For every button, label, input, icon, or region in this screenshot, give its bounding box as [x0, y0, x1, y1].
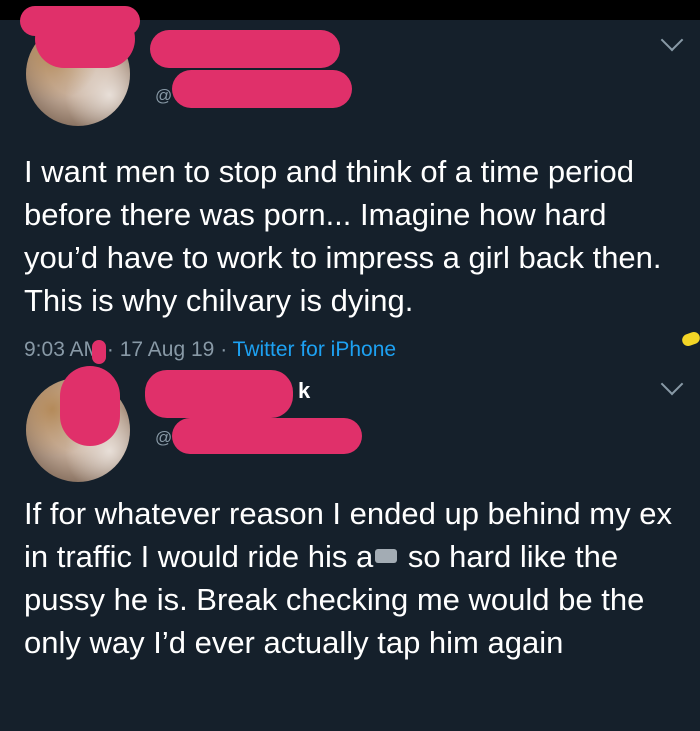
tweet-date: 17 Aug 19: [119, 338, 215, 361]
censor-bar: [375, 549, 398, 563]
tweet-meta: 9:03 AM · 17 Aug 19 · Twitter for iPhone: [24, 338, 396, 362]
display-name-fragment: k: [298, 378, 311, 403]
meta-separator: ·: [106, 338, 114, 361]
tweet-1[interactable]: @ I want men to stop and think of a time…: [0, 0, 700, 370]
handle-at: @: [155, 86, 173, 105]
redaction-header: [20, 6, 140, 36]
tweet-2[interactable]: k @ If for whatever reason I ended up be…: [0, 366, 700, 731]
screenshot: @ I want men to stop and think of a time…: [0, 0, 700, 731]
handle-at: @: [155, 428, 173, 447]
redaction-handle: [172, 418, 362, 454]
tweet-text: If for whatever reason I ended up behind…: [24, 492, 684, 664]
redaction-avatar: [60, 366, 120, 446]
redaction-display-name: [145, 370, 293, 418]
chevron-down-icon[interactable]: [660, 28, 684, 52]
chevron-down-icon[interactable]: [660, 372, 684, 396]
tweet-source-link[interactable]: Twitter for iPhone: [233, 338, 396, 361]
tweet-text: I want men to stop and think of a time p…: [24, 154, 670, 318]
redaction-meta: [92, 340, 106, 364]
redaction-display-name: [150, 30, 340, 68]
tweet-time: 9:03 AM: [24, 338, 102, 361]
redaction-handle: [172, 70, 352, 108]
meta-separator: ·: [220, 338, 228, 361]
